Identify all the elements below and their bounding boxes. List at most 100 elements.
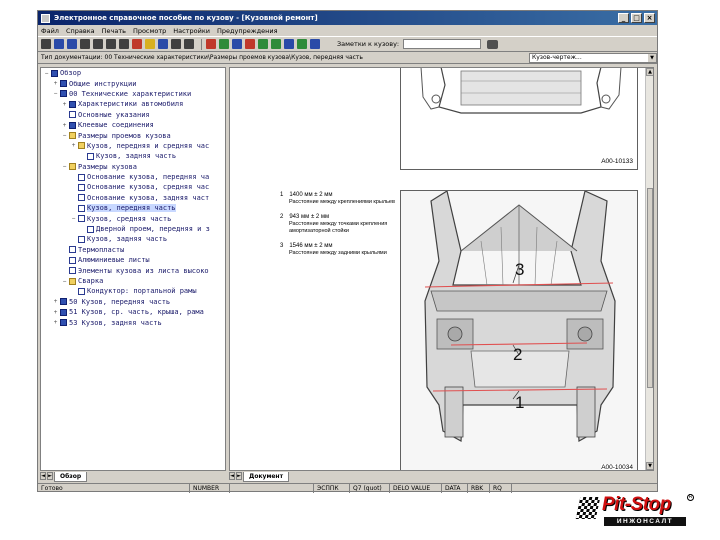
menu-settings[interactable]: Настройки [173,27,210,35]
tree-node[interactable]: Основные указания [41,110,225,120]
menu-file[interactable]: Файл [41,27,59,35]
doc-tab-scroll-left-icon[interactable]: ◄ [229,472,235,480]
notes-label: Заметки к кузову: [337,40,400,48]
status-bar: Готово NUMBER ЭСППК Q7 (quot) DELO VALUE… [38,483,657,493]
tree-node[interactable]: Кузов, задняя часть [41,234,225,244]
search-icon[interactable] [158,39,168,49]
registered-mark-icon: R [687,494,694,501]
status-rbk: RBK [468,483,490,493]
tree-node[interactable]: +50 Кузов, передняя часть [41,297,225,307]
tree-node-label: 00 Технические характеристики [69,89,192,98]
tree-node-label: Дверной проем, передняя и з [96,225,210,234]
navigation-tree[interactable]: − Обзор + Общие инструкции −00 Технические х… [40,67,226,471]
menu-help[interactable]: Справка [66,27,95,35]
menu-view[interactable]: Просмотр [133,27,166,35]
notes-input[interactable] [403,39,482,49]
expand-icon[interactable]: + [70,142,77,149]
folder-icon [69,163,76,171]
tree-node[interactable]: + Характеристики автомобиля [41,99,225,109]
tree-node-label: Кузов, задняя часть [96,152,177,161]
collapse-icon[interactable]: − [61,278,68,285]
car-red-icon[interactable] [206,39,216,49]
bookmark-icon[interactable] [145,39,155,49]
last-page-icon[interactable] [119,39,129,49]
doc-icon [87,225,94,233]
tool-icon[interactable] [245,39,255,49]
doc-tab-scroll-right-icon[interactable]: ► [236,472,242,480]
car-underbody-diagram-top [420,68,622,114]
tree-node[interactable]: +53 Кузов, задняя часть [41,317,225,327]
tree-node[interactable]: Кузов, передняя часть [41,203,225,213]
tree-node[interactable]: − Обзор [41,68,225,78]
note-icon[interactable] [297,39,307,49]
vertical-scrollbar[interactable]: ▲ ▼ [645,68,653,470]
info-icon[interactable] [284,39,294,49]
expand-icon[interactable]: + [52,319,59,326]
expand-icon[interactable]: + [52,309,59,316]
collapse-icon[interactable]: − [52,90,59,97]
tree-node[interactable]: Основание кузова, задняя част [41,193,225,203]
back-icon[interactable] [54,39,64,49]
tree-node[interactable]: + Клеевые соединения [41,120,225,130]
maximize-button[interactable]: □ [631,13,642,23]
minimize-button[interactable]: _ [618,13,629,23]
exit-icon[interactable] [310,39,320,49]
close-button[interactable]: × [644,13,655,23]
tab-overview[interactable]: Обзор [54,472,88,482]
tab-document[interactable]: Документ [243,472,290,482]
tree-node[interactable]: Кондуктор: портальной рамы [41,286,225,296]
binoculars-icon[interactable] [171,39,181,49]
tree-node[interactable]: + Кузов, передняя и средняя час [41,141,225,151]
expand-icon[interactable]: + [52,298,59,305]
measurement-description: Расстояние между креплениями крыльев [289,199,395,205]
tree-node[interactable]: +51 Кузов, ср. часть, крыша, рама [41,307,225,317]
folder-icon [69,132,76,140]
tree-node[interactable]: Элементы кузова из листа высоко [41,265,225,275]
tree-node[interactable]: Термопласты [41,245,225,255]
tree-node[interactable]: Алюминиевые листы [41,255,225,265]
collapse-icon[interactable]: − [61,132,68,139]
next-page-icon[interactable] [106,39,116,49]
scrollbar-thumb[interactable] [647,188,653,388]
scroll-up-icon[interactable]: ▲ [646,68,653,76]
wrench-icon[interactable] [258,39,268,49]
expand-icon[interactable]: + [52,80,59,87]
menu-warnings[interactable]: Предупреждения [217,27,277,35]
prev-page-icon[interactable] [93,39,103,49]
expand-icon[interactable]: + [61,101,68,108]
tab-scroll-left-icon[interactable]: ◄ [40,472,46,480]
measurement-item: 1 1400 мм ± 2 мм Расстояние между креплен… [280,192,420,206]
tree-node[interactable]: − Размеры проемов кузова [41,130,225,140]
view-select[interactable]: Кузов-чертеж... ▼ [529,52,657,63]
collapse-icon[interactable]: − [70,215,77,222]
tree-node[interactable]: + Общие инструкции [41,78,225,88]
home-icon[interactable] [132,39,142,49]
zoom-icon[interactable] [184,39,194,49]
chevron-down-icon[interactable]: ▼ [648,53,656,62]
first-page-icon[interactable] [80,39,90,49]
collapse-icon[interactable]: − [61,163,68,170]
tree-node[interactable]: − Размеры кузова [41,162,225,172]
title-bar[interactable]: Электронное справочное пособие по кузову… [38,11,657,25]
checkered-flag-icon [575,497,601,519]
tree-node[interactable]: Основание кузова, средняя час [41,182,225,192]
camera-icon[interactable] [487,39,499,49]
tree-node[interactable]: − 00 Технические характеристики [41,89,225,99]
tab-scroll-right-icon[interactable]: ► [47,472,53,480]
tree-node[interactable]: − Сварка [41,276,225,286]
car-blue-icon[interactable] [232,39,242,49]
tree-node-label: Кондуктор: портальной рамы [87,287,197,296]
tree-node[interactable]: Основание кузова, передняя ча [41,172,225,182]
tree-node[interactable]: − Кузов, средняя часть [41,213,225,223]
collapse-icon[interactable]: − [43,70,50,77]
scroll-down-icon[interactable]: ▼ [646,462,653,470]
forward-icon[interactable] [67,39,77,49]
car-green-icon[interactable] [219,39,229,49]
hammer-icon[interactable] [271,39,281,49]
tree-node-label: Кузов, задняя часть [87,235,168,244]
tree-node[interactable]: Дверной проем, передняя и з [41,224,225,234]
menu-print[interactable]: Печать [102,27,126,35]
print-icon[interactable] [41,39,51,49]
tree-node[interactable]: Кузов, задняя часть [41,151,225,161]
expand-icon[interactable]: + [61,122,68,129]
